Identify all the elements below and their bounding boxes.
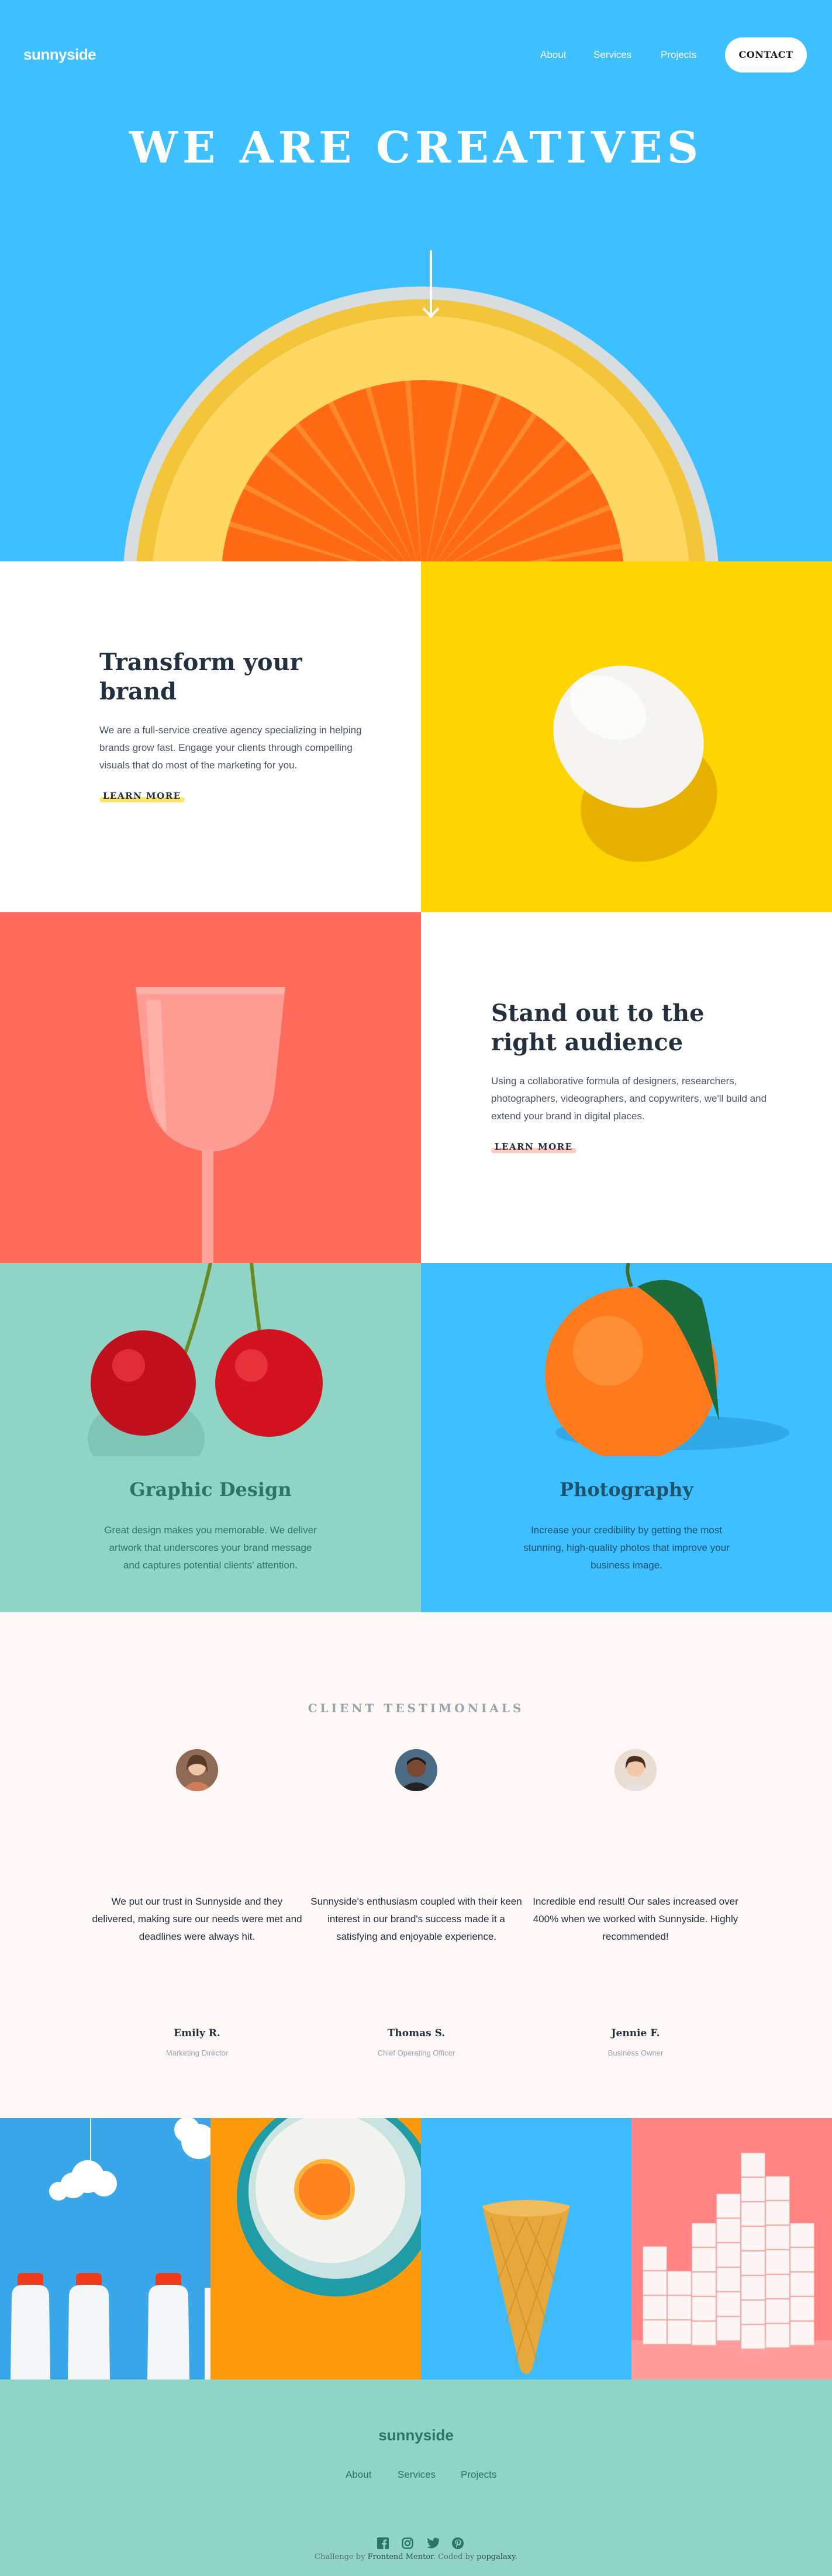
testimonials-section: CLIENT TESTIMONIALS We put our trust in … [0, 1612, 832, 2118]
pinterest-icon[interactable] [452, 2537, 464, 2549]
avatar [176, 1749, 218, 1791]
transform-title: Transform your brand [99, 649, 302, 705]
footer-nav-about[interactable]: About [346, 2469, 371, 2481]
testimonial-quote: We put our trust in Sunnyside and they d… [92, 1896, 302, 1942]
transform-text: We are a full-service creative agency sp… [99, 725, 362, 771]
avatar [614, 1749, 657, 1791]
gallery-ice-cream-cone-image [421, 2118, 631, 2380]
transform-section: Transform your brand We are a full-servi… [0, 561, 421, 912]
facebook-icon[interactable] [377, 2537, 389, 2549]
photography-text: Increase your credibility by getting the… [523, 1525, 730, 1571]
standout-text: Using a collaborative formula of designe… [491, 1075, 767, 1122]
graphic-design-text: Great design makes you memorable. We del… [104, 1525, 317, 1571]
author-link[interactable]: popgalaxy [477, 2553, 515, 2561]
nav-services[interactable]: Services [593, 49, 631, 61]
transform-learn-more-link[interactable]: LEARN MORE [99, 791, 185, 802]
testimonial-role: Business Owner [607, 2049, 664, 2057]
contact-button[interactable]: CONTACT [725, 37, 807, 73]
graphic-design-card: Graphic Design Great design makes you me… [0, 1263, 421, 1612]
testimonial-card: Sunnyside's enthusiasm coupled with thei… [308, 1749, 524, 2057]
hero-title: WE ARE CREATIVES [129, 123, 703, 173]
footer-nav-projects[interactable]: Projects [461, 2469, 496, 2481]
arrow-down-icon[interactable] [422, 250, 440, 319]
testimonial-quote: Sunnyside's enthusiasm coupled with thei… [310, 1896, 522, 1942]
hero-section: sunnyside About Services Projects CONTAC… [0, 0, 832, 561]
graphic-design-title: Graphic Design [129, 1478, 292, 1501]
gallery-milk-bottles-image [0, 2118, 210, 2380]
testimonials-heading: CLIENT TESTIMONIALS [308, 1701, 524, 1715]
twitter-icon[interactable] [426, 2537, 439, 2549]
orange-image [545, 1263, 789, 1461]
frontend-mentor-link[interactable]: Frontend Mentor [368, 2553, 433, 2561]
footer: sunnyside About Services Projects Challe… [0, 2380, 832, 2576]
gallery-sugar-cubes-image [631, 2118, 832, 2380]
testimonial-role: Marketing Director [165, 2049, 229, 2057]
testimonial-role: Chief Operating Officer [377, 2049, 455, 2057]
cup-image [0, 912, 421, 1263]
footer-logo[interactable]: sunnyside [0, 2426, 832, 2444]
testimonial-quote: Incredible end result! Our sales increas… [533, 1896, 738, 1942]
nav-about[interactable]: About [540, 49, 566, 61]
site-logo[interactable]: sunnyside [23, 46, 96, 64]
standout-learn-more-link[interactable]: LEARN MORE [491, 1142, 576, 1153]
testimonial-name: Emily R. [174, 2027, 220, 2039]
egg-image [421, 561, 832, 912]
testimonial-name: Jennie F. [611, 2027, 660, 2039]
standout-title: Stand out to the right audience [491, 999, 705, 1056]
avatar [395, 1749, 437, 1791]
photography-title: Photography [560, 1478, 693, 1501]
photography-card: Photography Increase your credibility by… [421, 1263, 832, 1612]
nav-projects[interactable]: Projects [661, 49, 696, 61]
testimonial-name: Thomas S. [387, 2027, 446, 2039]
cherries-image [88, 1263, 323, 1480]
footer-nav-services[interactable]: Services [398, 2469, 436, 2481]
instagram-icon[interactable] [402, 2537, 413, 2549]
testimonial-card: Incredible end result! Our sales increas… [527, 1749, 744, 2057]
learn-more-label: LEARN MORE [495, 1142, 573, 1152]
testimonial-card: We put our trust in Sunnyside and they d… [89, 1749, 305, 2057]
attribution: Challenge by Frontend Mentor. Coded by p… [315, 2553, 517, 2561]
gallery-orange-plate-image [210, 2118, 421, 2380]
standout-section: Stand out to the right audience Using a … [421, 912, 832, 1263]
learn-more-label: LEARN MORE [103, 791, 181, 801]
